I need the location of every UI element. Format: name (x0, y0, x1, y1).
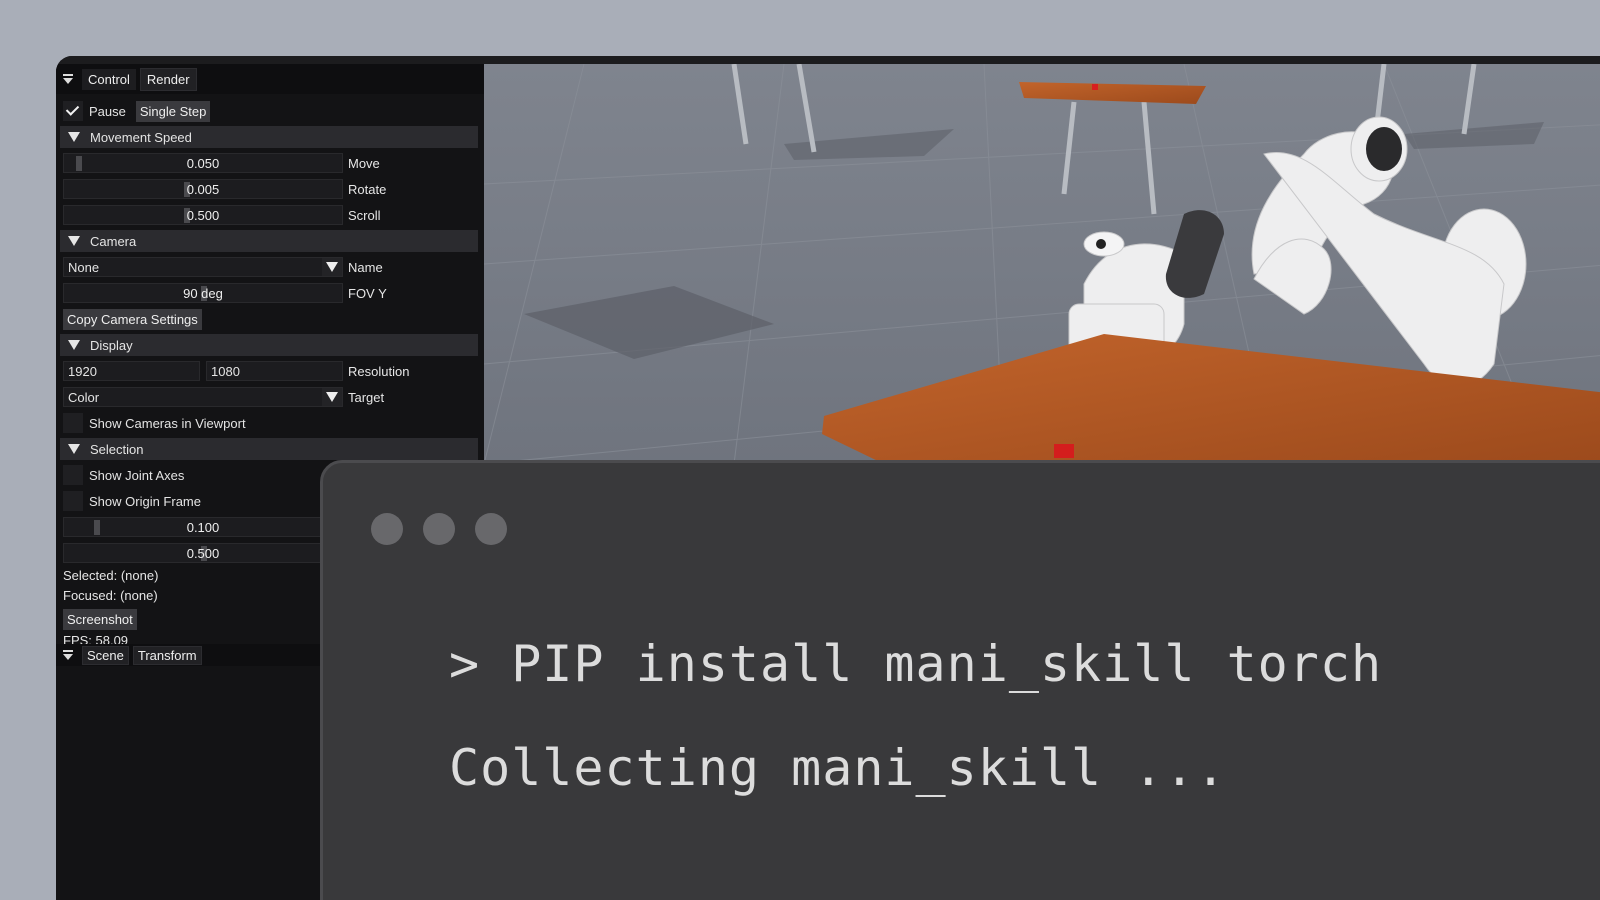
show-joint-axes-label: Show Joint Axes (89, 467, 185, 483)
section-title: Camera (90, 233, 137, 249)
rotate-row: 0.005 Rotate (56, 176, 484, 202)
move-slider[interactable]: 0.050 (63, 153, 343, 173)
window-minimize-dot[interactable] (423, 513, 455, 545)
pause-row: Pause Single Step (56, 98, 484, 124)
slider-value: 0.005 (186, 182, 220, 197)
window-close-dot[interactable] (371, 513, 403, 545)
pause-checkbox[interactable] (63, 101, 83, 121)
expand-triangle-icon (68, 444, 80, 454)
show-origin-frame-label: Show Origin Frame (89, 493, 201, 509)
camera-name-select[interactable]: None (63, 257, 343, 277)
fov-row: 90 deg FOV Y (56, 280, 484, 306)
resolution-height-input[interactable]: 1080 (206, 361, 343, 381)
collapse-icon[interactable] (62, 649, 74, 661)
copy-camera-settings-button[interactable]: Copy Camera Settings (63, 308, 202, 330)
select-value: Color (68, 390, 100, 405)
tab-scene[interactable]: Scene (82, 645, 129, 665)
display-header[interactable]: Display (60, 334, 478, 356)
movement-speed-header[interactable]: Movement Speed (60, 126, 478, 148)
copy-camera-row: Copy Camera Settings (56, 306, 484, 332)
collapse-icon[interactable] (62, 73, 74, 85)
selection-header[interactable]: Selection (60, 438, 478, 460)
scroll-row: 0.500 Scroll (56, 202, 484, 228)
resolution-label: Resolution (348, 363, 410, 379)
show-cameras-row: Show Cameras in Viewport (56, 410, 484, 436)
show-origin-frame-checkbox[interactable] (63, 491, 83, 511)
scroll-label: Scroll (348, 207, 381, 223)
screenshot-button[interactable]: Screenshot (63, 608, 137, 630)
move-label: Move (348, 155, 380, 171)
slider-value: 0.500 (186, 546, 220, 561)
resolution-row: 1920 1080 Resolution (56, 358, 484, 384)
scroll-slider[interactable]: 0.500 (63, 205, 343, 225)
show-cameras-checkbox[interactable] (63, 413, 83, 433)
target-select[interactable]: Color (63, 387, 343, 407)
terminal-window[interactable]: > PIP install mani_skill torch Collectin… (320, 460, 1600, 900)
camera-header[interactable]: Camera (60, 230, 478, 252)
rotate-slider[interactable]: 0.005 (63, 179, 343, 199)
expand-triangle-icon (68, 340, 80, 350)
expand-triangle-icon (68, 236, 80, 246)
3d-viewport[interactable] (484, 64, 1600, 464)
slider-value: 0.050 (186, 156, 220, 171)
show-cameras-label: Show Cameras in Viewport (89, 415, 246, 431)
axes-size-slider[interactable]: 0.100 (63, 517, 343, 537)
scene-render (484, 64, 1600, 464)
rotate-label: Rotate (348, 181, 387, 197)
resolution-width-input[interactable]: 1920 (63, 361, 200, 381)
section-title: Selection (90, 441, 144, 457)
slider-value: 90 deg (183, 286, 223, 301)
tab-transform[interactable]: Transform (132, 645, 202, 665)
section-title: Movement Speed (90, 129, 192, 145)
axes-opacity-slider[interactable]: 0.500 (63, 543, 343, 563)
target-row: Color Target (56, 384, 484, 410)
section-title: Display (90, 337, 133, 353)
terminal-command-line: > PIP install mani_skill torch (449, 635, 1383, 693)
chevron-down-icon[interactable] (322, 388, 342, 406)
chevron-down-icon[interactable] (322, 258, 342, 276)
camera-name-row: None Name (56, 254, 484, 280)
move-row: 0.050 Move (56, 150, 484, 176)
tab-render[interactable]: Render (139, 67, 197, 91)
slider-value: 0.100 (186, 520, 220, 535)
single-step-button[interactable]: Single Step (135, 100, 211, 122)
name-label: Name (348, 259, 383, 275)
slider-value: 0.500 (186, 208, 220, 223)
app-title-bar (56, 56, 1600, 64)
show-joint-axes-checkbox[interactable] (63, 465, 83, 485)
fov-slider[interactable]: 90 deg (63, 283, 343, 303)
pause-label: Pause (89, 103, 126, 119)
input-value: 1920 (68, 364, 97, 379)
tab-control[interactable]: Control (82, 68, 136, 90)
window-maximize-dot[interactable] (475, 513, 507, 545)
top-tab-bar: Control Render (56, 64, 484, 94)
select-value: None (68, 260, 100, 275)
target-label: Target (348, 389, 385, 405)
terminal-output-line: Collecting mani_skill ... (449, 739, 1227, 797)
fov-label: FOV Y (348, 285, 387, 301)
expand-triangle-icon (68, 132, 80, 142)
input-value: 1080 (211, 364, 240, 379)
